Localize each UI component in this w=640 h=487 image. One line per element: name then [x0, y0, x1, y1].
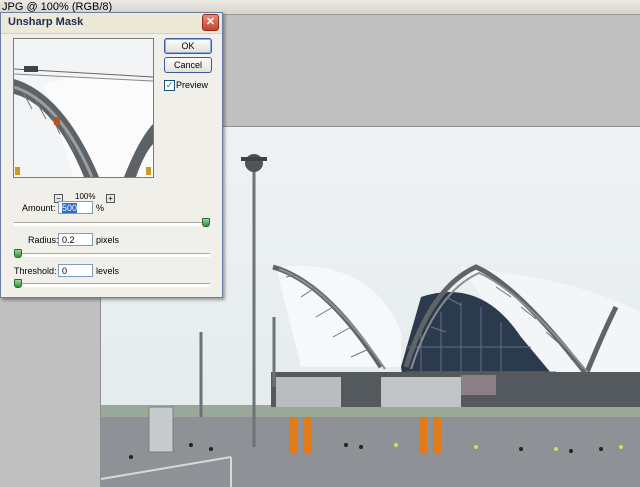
- amount-slider-track[interactable]: [14, 222, 210, 226]
- radius-unit: pixels: [96, 235, 120, 245]
- amount-input[interactable]: 500: [58, 201, 93, 214]
- radius-input[interactable]: 0.2: [58, 233, 93, 246]
- threshold-label: Threshold:: [14, 266, 57, 276]
- threshold-input[interactable]: 0: [58, 264, 93, 277]
- preview-label: Preview: [176, 80, 209, 90]
- cancel-button[interactable]: Cancel: [164, 57, 212, 73]
- threshold-value: 0: [62, 266, 68, 276]
- radius-slider-track[interactable]: [14, 253, 210, 257]
- threshold-slider-track[interactable]: [14, 283, 210, 287]
- amount-label: Amount:: [22, 203, 56, 213]
- radius-value: 0.2: [62, 235, 75, 245]
- dialog-title-bar[interactable]: Unsharp Mask ✕: [1, 13, 222, 34]
- close-icon: ✕: [205, 16, 216, 28]
- radius-label: Radius:: [28, 235, 59, 245]
- zoom-in-button[interactable]: +: [106, 194, 115, 203]
- amount-value: 500: [62, 203, 78, 213]
- unsharp-mask-dialog: Unsharp Mask ✕ − 100% + OK Cancel ✓ Prev…: [0, 12, 223, 298]
- plus-icon: +: [108, 194, 113, 203]
- preview-image: [14, 39, 153, 177]
- ok-button[interactable]: OK: [164, 38, 212, 54]
- zoom-level: 100%: [75, 192, 96, 201]
- threshold-slider-thumb[interactable]: [14, 279, 22, 288]
- dialog-title: Unsharp Mask: [8, 16, 84, 28]
- preview-checkbox[interactable]: ✓: [164, 80, 175, 91]
- filter-preview[interactable]: [13, 38, 154, 178]
- close-button[interactable]: ✕: [202, 14, 219, 31]
- amount-slider-thumb[interactable]: [202, 218, 210, 227]
- radius-slider-thumb[interactable]: [14, 249, 22, 258]
- threshold-unit: levels: [96, 266, 120, 276]
- checkmark-icon: ✓: [165, 80, 174, 90]
- amount-unit: %: [96, 203, 105, 213]
